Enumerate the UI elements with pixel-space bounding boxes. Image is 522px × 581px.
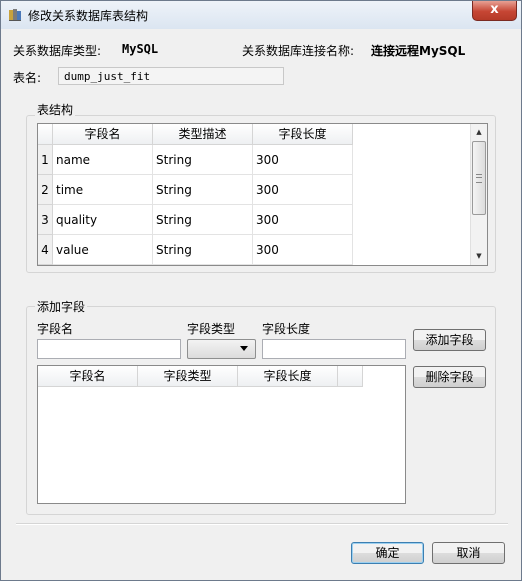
table-corner-header (38, 124, 53, 145)
close-icon: x (490, 2, 499, 17)
list-header-field-length[interactable]: 字段长度 (238, 366, 338, 387)
list-header-field-name[interactable]: 字段名 (38, 366, 138, 387)
list-header-filler (338, 366, 363, 387)
connection-name-label: 关系数据库连接名称: (242, 44, 355, 58)
table-name-label: 表名: (13, 71, 42, 85)
db-type-label: 关系数据库类型: (13, 44, 102, 58)
dialog-window: 修改关系数据库表结构 x 关系数据库类型: MySQL 关系数据库连接名称: 连… (0, 0, 522, 581)
column-header-type[interactable]: 类型描述 (153, 124, 253, 145)
row-number[interactable]: 2 (38, 175, 53, 205)
structure-group-title: 表结构 (35, 101, 76, 118)
row-number[interactable]: 4 (38, 235, 53, 265)
vertical-scrollbar[interactable]: ▲ ▼ (470, 124, 487, 265)
ok-button[interactable]: 确定 (351, 542, 424, 564)
db-type-value: MySQL (122, 42, 159, 56)
window-title: 修改关系数据库表结构 (28, 9, 149, 23)
chevron-down-icon (240, 346, 248, 351)
cell-type[interactable]: String (153, 175, 253, 205)
cell-type[interactable]: String (153, 145, 253, 175)
field-length-input[interactable] (262, 339, 406, 359)
field-length-label: 字段长度 (262, 322, 311, 336)
table-name-field[interactable]: dump_just_fit (58, 67, 284, 85)
cancel-button[interactable]: 取消 (432, 542, 505, 564)
field-type-select[interactable] (187, 339, 256, 359)
database-app-icon (9, 9, 21, 21)
arrow-down-icon[interactable]: ▼ (471, 248, 487, 264)
field-type-label: 字段类型 (187, 322, 236, 336)
column-header-length[interactable]: 字段长度 (253, 124, 353, 145)
cell-field-name[interactable]: quality (53, 205, 153, 235)
add-field-button[interactable]: 添加字段 (413, 329, 486, 351)
cell-type[interactable]: String (153, 235, 253, 265)
list-header-field-type[interactable]: 字段类型 (138, 366, 238, 387)
cell-length[interactable]: 300 (253, 235, 353, 265)
new-fields-table: 字段名 字段类型 字段长度 (37, 365, 406, 504)
row-number[interactable]: 1 (38, 145, 53, 175)
structure-table: 字段名 类型描述 字段长度 1 name String 300 2 time S… (37, 123, 488, 266)
dialog-body: 关系数据库类型: MySQL 关系数据库连接名称: 连接远程MySQL 表名: … (6, 29, 516, 575)
cell-length[interactable]: 300 (253, 175, 353, 205)
cell-field-name[interactable]: time (53, 175, 153, 205)
grip-icon (476, 174, 482, 183)
cell-length[interactable]: 300 (253, 205, 353, 235)
cell-field-name[interactable]: value (53, 235, 153, 265)
cell-type[interactable]: String (153, 205, 253, 235)
connection-name-value: 连接远程MySQL (371, 44, 466, 58)
footer-divider (16, 523, 508, 525)
close-button[interactable]: x (472, 1, 517, 21)
title-bar[interactable]: 修改关系数据库表结构 x (1, 1, 521, 29)
field-name-input[interactable] (37, 339, 181, 359)
row-number[interactable]: 3 (38, 205, 53, 235)
delete-field-button[interactable]: 删除字段 (413, 366, 486, 388)
add-field-group-title: 添加字段 (35, 298, 88, 315)
column-header-field-name[interactable]: 字段名 (53, 124, 153, 145)
cell-field-name[interactable]: name (53, 145, 153, 175)
field-name-label: 字段名 (37, 322, 74, 336)
arrow-up-icon[interactable]: ▲ (471, 124, 487, 140)
cell-length[interactable]: 300 (253, 145, 353, 175)
scrollbar-thumb[interactable] (472, 141, 486, 215)
